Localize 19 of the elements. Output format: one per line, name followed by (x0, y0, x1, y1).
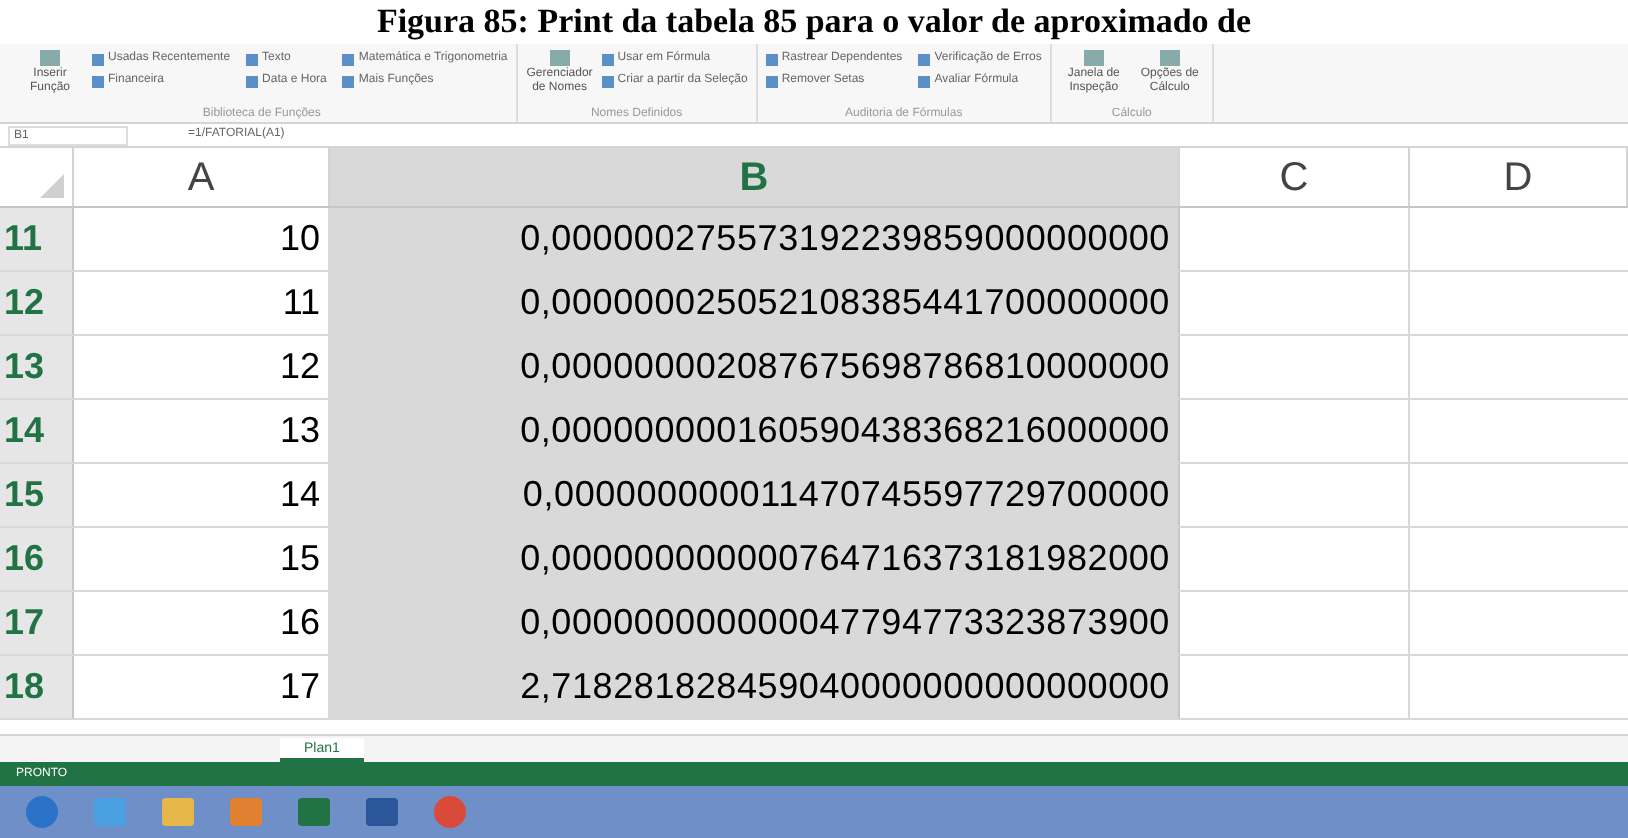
row-header[interactable]: 14 (0, 400, 74, 462)
table-cell: 0,000000275573192239859000000000 (330, 208, 1180, 270)
row-header[interactable]: 12 (0, 272, 74, 334)
row-header[interactable]: 13 (0, 336, 74, 398)
table-cell: 0,000000000000047794773323873900 (330, 592, 1180, 654)
table-cell: 0,000000000011470745597729700000 (330, 464, 1180, 526)
column-header[interactable]: B (330, 148, 1180, 206)
row-header[interactable]: 18 (0, 656, 74, 718)
figure-caption: Figura 85: Print da tabela 85 para o valor de aproximado de (376, 2, 1252, 42)
row-header[interactable]: 15 (0, 464, 74, 526)
row-header[interactable]: 16 (0, 528, 74, 590)
table-cell: 0,000000002087675698786810000000 (330, 336, 1180, 398)
table-cell: 2,718281828459040000000000000000 (330, 656, 1180, 718)
table-cell: 0,000000025052108385441700000000 (330, 272, 1180, 334)
row-header[interactable]: 11 (0, 208, 74, 270)
table-cell: 0,000000000160590438368216000000 (330, 400, 1180, 462)
table-cell: 0,000000000000764716373181982000 (330, 528, 1180, 590)
row-header[interactable]: 17 (0, 592, 74, 654)
select-all-icon[interactable] (40, 174, 64, 198)
